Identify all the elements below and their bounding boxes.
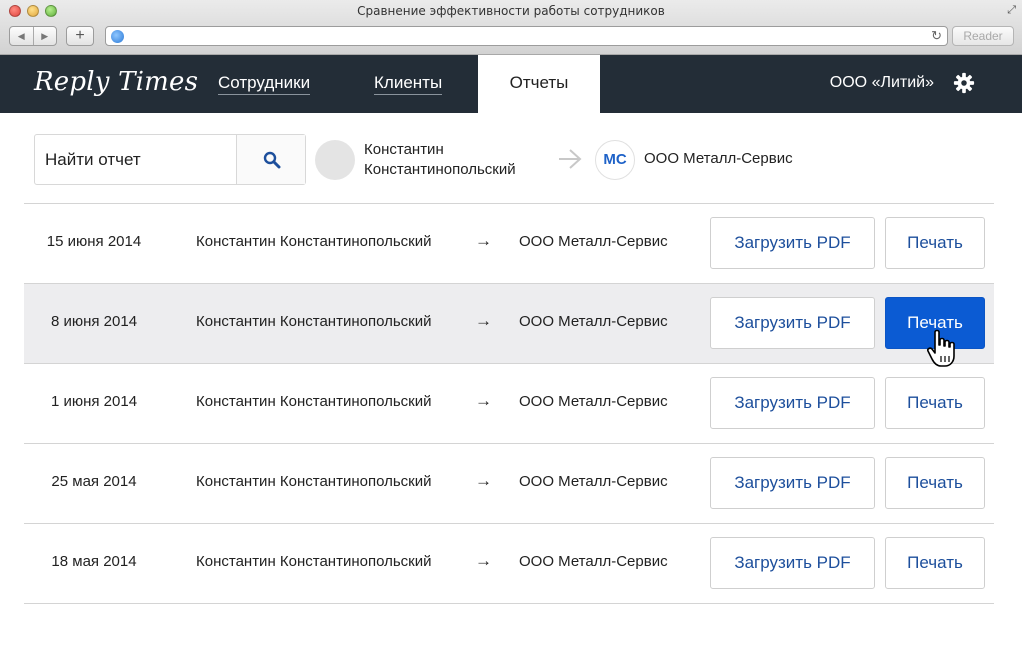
report-person: Константин Константинопольский xyxy=(196,473,432,490)
report-company: ООО Металл-Сервис xyxy=(519,393,668,410)
gear-icon[interactable] xyxy=(953,72,975,94)
report-company: ООО Металл-Сервис xyxy=(519,233,668,250)
fullscreen-icon[interactable]: ⤢ xyxy=(1007,4,1016,17)
report-search xyxy=(34,134,306,185)
company-name[interactable]: ООО «Литий» xyxy=(830,74,934,92)
search-input[interactable] xyxy=(35,135,236,184)
report-arrow: → xyxy=(475,471,492,490)
back-icon[interactable]: ◀ xyxy=(10,27,34,45)
report-date: 18 мая 2014 xyxy=(51,553,137,570)
app-logo[interactable]: Reply Times xyxy=(34,67,198,97)
download-pdf-button[interactable]: Загрузить PDF xyxy=(710,217,875,269)
report-row: 18 мая 2014 Константин Константинопольск… xyxy=(24,524,994,604)
report-person: Константин Константинопольский xyxy=(196,233,432,250)
arrow-right-icon xyxy=(559,149,582,169)
search-icon xyxy=(263,151,281,169)
report-company: ООО Металл-Сервис xyxy=(519,313,668,330)
report-arrow: → xyxy=(475,391,492,410)
print-button[interactable]: Печать xyxy=(885,457,985,509)
app-navbar: Reply Times Сотрудники Клиенты Отчеты ОО… xyxy=(0,55,1022,113)
reports-list: 15 июня 2014 Константин Константинопольс… xyxy=(24,203,994,604)
nav-staff-link[interactable]: Сотрудники xyxy=(218,73,311,95)
history-nav: ◀ ▶ xyxy=(9,26,57,46)
globe-icon xyxy=(111,30,124,43)
report-arrow: → xyxy=(475,551,492,570)
browser-chrome: Сравнение эффективности работы сотрудник… xyxy=(0,0,1022,55)
report-company: ООО Металл-Сервис xyxy=(519,553,668,570)
print-button[interactable]: Печать xyxy=(885,217,985,269)
company-avatar: МС xyxy=(595,140,635,180)
window-title: Сравнение эффективности работы сотрудник… xyxy=(357,4,665,18)
new-tab-button[interactable]: + xyxy=(66,26,94,46)
report-person: Константин Константинопольский xyxy=(196,553,432,570)
reload-icon[interactable]: ↻ xyxy=(931,28,942,44)
report-row: 15 июня 2014 Константин Константинопольс… xyxy=(24,204,994,284)
filter-company-name[interactable]: ООО Металл-Сервис xyxy=(644,150,793,167)
report-arrow: → xyxy=(475,311,492,330)
download-pdf-button[interactable]: Загрузить PDF xyxy=(710,537,875,589)
tab-reports[interactable]: Отчеты xyxy=(478,55,600,113)
filter-person-name[interactable]: Константин Константинопольский xyxy=(364,140,564,180)
print-button[interactable]: Печать xyxy=(885,377,985,429)
person-avatar xyxy=(315,140,355,180)
forward-icon[interactable]: ▶ xyxy=(34,27,57,45)
search-button[interactable] xyxy=(236,135,305,184)
reader-button[interactable]: Reader xyxy=(952,26,1014,46)
nav-clients-link[interactable]: Клиенты xyxy=(374,73,443,95)
hand-pointer-icon xyxy=(927,329,955,367)
print-button[interactable]: Печать xyxy=(885,537,985,589)
report-arrow: → xyxy=(475,231,492,250)
report-row: 8 июня 2014 Константин Константинопольск… xyxy=(24,284,994,364)
report-company: ООО Металл-Сервис xyxy=(519,473,668,490)
report-row: 25 мая 2014 Константин Константинопольск… xyxy=(24,444,994,524)
report-date: 15 июня 2014 xyxy=(46,233,142,250)
report-person: Константин Константинопольский xyxy=(196,393,432,410)
report-person: Константин Константинопольский xyxy=(196,313,432,330)
report-date: 8 июня 2014 xyxy=(50,313,138,330)
report-date: 1 июня 2014 xyxy=(50,393,138,410)
report-row: 1 июня 2014 Константин Константинопольск… xyxy=(24,364,994,444)
download-pdf-button[interactable]: Загрузить PDF xyxy=(710,297,875,349)
download-pdf-button[interactable]: Загрузить PDF xyxy=(710,377,875,429)
download-pdf-button[interactable]: Загрузить PDF xyxy=(710,457,875,509)
report-date: 25 мая 2014 xyxy=(51,473,137,490)
address-bar[interactable]: ↻ xyxy=(105,26,948,46)
